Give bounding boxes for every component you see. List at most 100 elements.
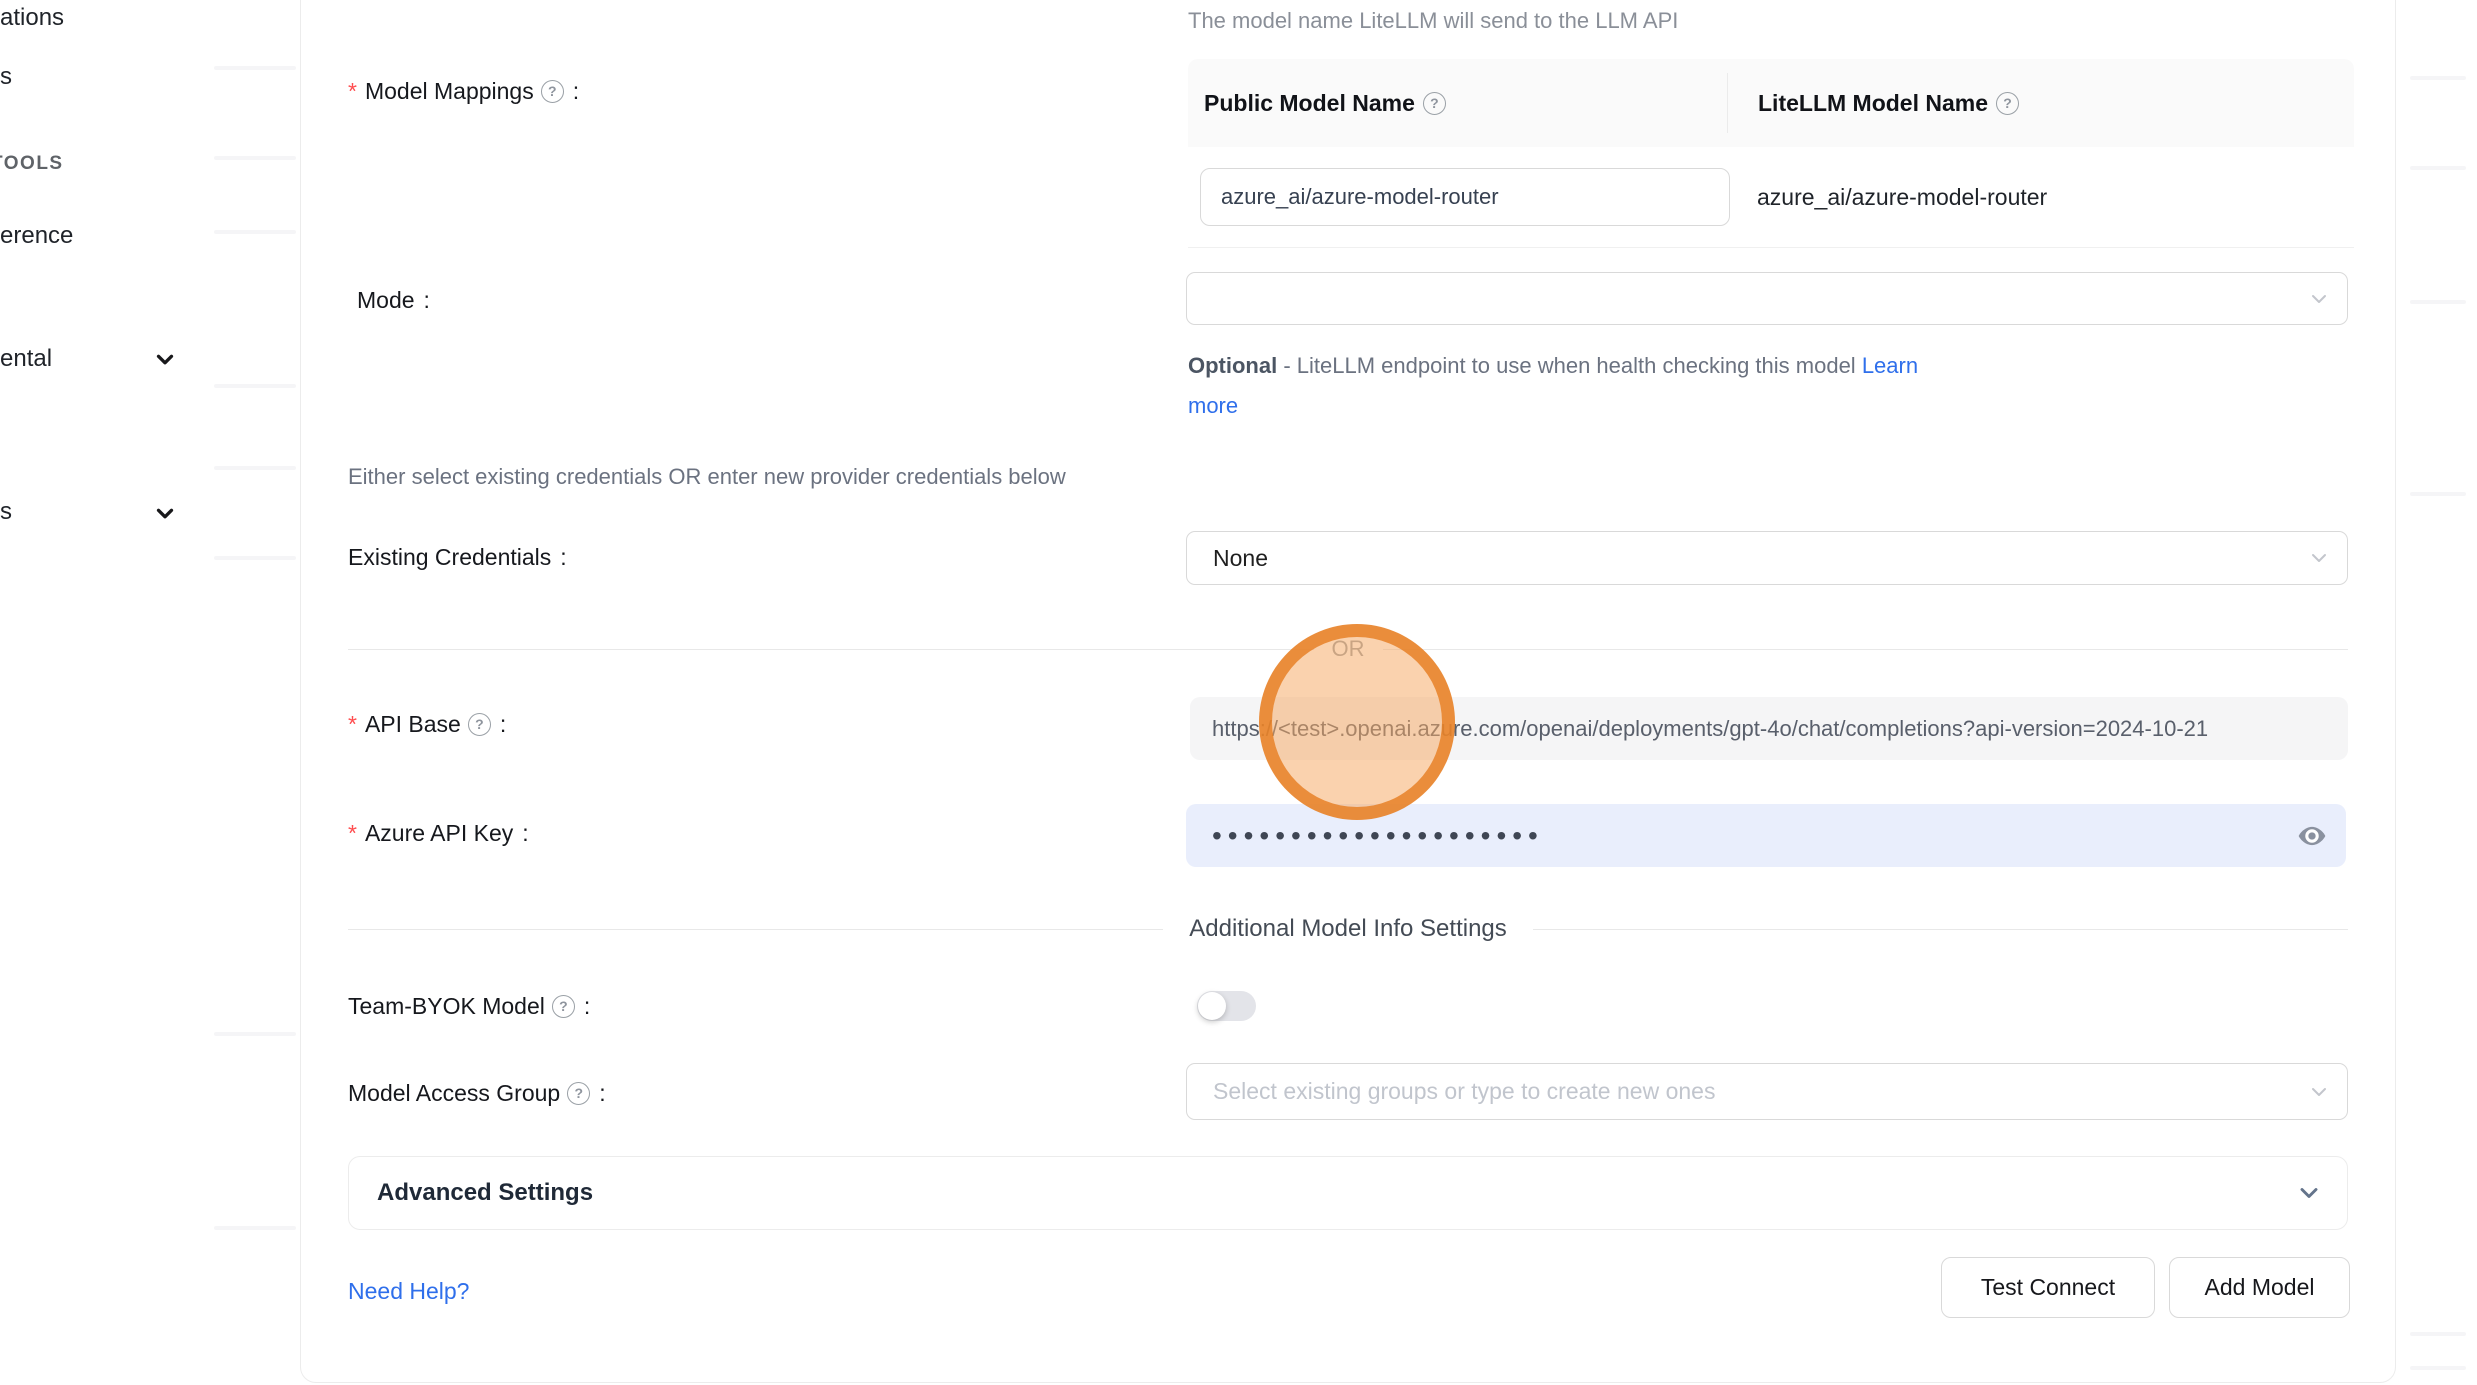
sidebar-section-tools: TOOLS (0, 151, 64, 177)
team-byok-toggle[interactable] (1197, 991, 1256, 1021)
help-icon[interactable]: ? (1423, 92, 1446, 115)
background-artifact (2410, 76, 2466, 80)
advanced-settings-title: Advanced Settings (349, 1179, 593, 1207)
help-icon[interactable]: ? (567, 1082, 590, 1105)
toggle-visibility-eye-icon[interactable] (2296, 820, 2328, 852)
background-artifact (214, 66, 296, 70)
model-mappings-table: Public Model Name ? LiteLLM Model Name ?… (1188, 59, 2354, 248)
existing-credentials-label: Existing Credentials : (348, 541, 567, 573)
optional-bold-text: Optional (1188, 353, 1277, 378)
label-colon: : (599, 1077, 605, 1109)
link-text: more (1188, 393, 1238, 418)
background-artifact (214, 156, 296, 160)
label-text: Model Mappings (365, 75, 534, 107)
mode-helper-text: Optional - LiteLLM endpoint to use when … (1188, 346, 2048, 426)
sidebar-item-experimental[interactable]: ental (0, 343, 52, 375)
column-header-litellm-model-name: LiteLLM Model Name ? (1727, 73, 2354, 133)
background-artifact (2410, 1332, 2466, 1336)
chevron-down-icon (2307, 287, 2331, 311)
label-text: Existing Credentials (348, 541, 551, 573)
label-text: Model Access Group (348, 1077, 560, 1109)
table-row: azure_ai/azure-model-router (1188, 147, 2354, 248)
chevron-down-icon (2295, 1179, 2323, 1207)
required-mark: * (348, 75, 357, 107)
api-base-value: https://<test>.openai.azure.com/openai/d… (1212, 716, 2208, 742)
help-icon[interactable]: ? (552, 995, 575, 1018)
sidebar-item-organizations[interactable]: ations (0, 2, 64, 34)
add-model-form-page: ations s TOOLS erence ental s The model … (0, 0, 2477, 1385)
background-artifact (2410, 166, 2466, 170)
label-colon: : (424, 284, 430, 316)
mode-label: Mode : (357, 284, 430, 316)
label-colon: : (522, 817, 528, 849)
model-name-helper-text: The model name LiteLLM will send to the … (1188, 6, 1678, 36)
background-artifact (2410, 300, 2466, 304)
existing-credentials-select[interactable]: None (1186, 531, 2348, 585)
azure-api-key-label: * Azure API Key : (348, 817, 529, 849)
or-text: OR (1314, 636, 1383, 662)
divider-line (348, 649, 1314, 650)
background-artifact (214, 1032, 296, 1036)
help-icon[interactable]: ? (541, 80, 564, 103)
divider-line (1533, 929, 2348, 930)
help-icon[interactable]: ? (1996, 92, 2019, 115)
sidebar-item-label: s (0, 63, 12, 90)
label-text: Azure API Key (365, 817, 513, 849)
model-mappings-label: * Model Mappings ? : (348, 75, 579, 107)
required-mark: * (348, 708, 357, 740)
label-text: API Base (365, 708, 461, 740)
credentials-note: Either select existing credentials OR en… (348, 462, 1066, 492)
api-base-label: * API Base ? : (348, 708, 506, 740)
sidebar-item-label: erence (0, 222, 73, 249)
label-colon: : (500, 708, 506, 740)
chevron-down-icon (152, 346, 178, 377)
select-placeholder: Select existing groups or type to create… (1213, 1078, 1715, 1105)
toggle-knob (1198, 992, 1226, 1020)
chevron-down-icon (2307, 1080, 2331, 1104)
column-header-label: Public Model Name (1204, 90, 1415, 117)
azure-api-key-input[interactable]: ••••••••••••••••••••• (1186, 804, 2346, 867)
divider-title: Additional Model Info Settings (1163, 915, 1533, 943)
sidebar-item-models[interactable]: s (0, 61, 12, 93)
sidebar-item-label: ental (0, 345, 52, 372)
background-artifact (214, 384, 296, 388)
chevron-down-icon (152, 500, 178, 531)
background-artifact (2410, 1366, 2466, 1370)
sidebar-item-settings[interactable]: s (0, 496, 12, 528)
sidebar: ations s TOOLS erence ental s (0, 0, 300, 1385)
divider-line (348, 929, 1163, 930)
model-access-group-select[interactable]: Select existing groups or type to create… (1186, 1063, 2348, 1120)
public-model-name-input[interactable] (1200, 168, 1730, 226)
label-text: Team-BYOK Model (348, 990, 545, 1022)
team-byok-label: Team-BYOK Model ? : (348, 990, 590, 1022)
divider-line (1383, 649, 2349, 650)
background-artifact (214, 1226, 296, 1230)
help-icon[interactable]: ? (468, 713, 491, 736)
label-colon: : (573, 75, 579, 107)
helper-text: - LiteLLM endpoint to use when health ch… (1277, 353, 1862, 378)
background-artifact (214, 556, 296, 560)
test-connect-button[interactable]: Test Connect (1941, 1257, 2155, 1318)
background-artifact (214, 466, 296, 470)
column-header-label: LiteLLM Model Name (1758, 90, 1988, 117)
sidebar-section-label: TOOLS (0, 153, 64, 174)
selected-value: None (1213, 545, 1268, 572)
api-base-input[interactable]: https://<test>.openai.azure.com/openai/d… (1190, 697, 2348, 760)
background-artifact (2410, 492, 2466, 496)
table-header-row: Public Model Name ? LiteLLM Model Name ? (1188, 59, 2354, 147)
model-access-group-label: Model Access Group ? : (348, 1077, 606, 1109)
masked-key-value: ••••••••••••••••••••• (1212, 804, 1544, 867)
sidebar-item-inference[interactable]: erence (0, 220, 73, 252)
add-model-button[interactable]: Add Model (2169, 1257, 2350, 1318)
column-header-public-model-name: Public Model Name ? (1188, 90, 1727, 117)
mode-select[interactable] (1186, 272, 2348, 325)
chevron-down-icon (2307, 546, 2331, 570)
advanced-settings-header[interactable]: Advanced Settings (348, 1156, 2348, 1230)
public-model-name-cell (1188, 168, 1727, 226)
link-text: Learn (1862, 353, 1918, 378)
sidebar-item-label: s (0, 498, 12, 525)
label-colon: : (560, 541, 566, 573)
need-help-link[interactable]: Need Help? (348, 1278, 469, 1305)
background-artifact (214, 230, 296, 234)
sidebar-item-label: ations (0, 4, 64, 31)
